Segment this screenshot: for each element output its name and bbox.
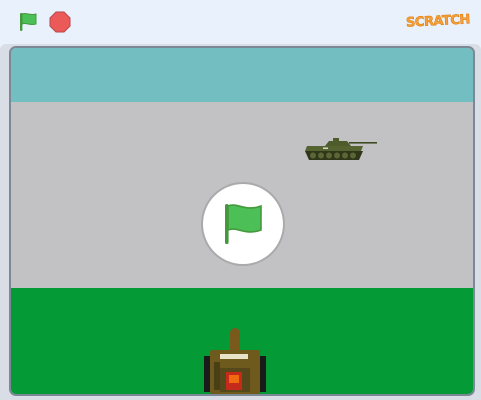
stage-header: SCRATCH	[0, 0, 481, 44]
green-flag-icon	[225, 204, 262, 244]
stage[interactable]	[9, 46, 475, 396]
scratch-logo-text: SCRATCH	[405, 12, 471, 31]
green-flag-overlay-button[interactable]	[203, 184, 283, 264]
sky-backdrop	[11, 48, 473, 102]
scratch-logo: SCRATCH	[405, 10, 471, 34]
player-tank-sprite[interactable]	[204, 328, 266, 396]
stop-sign-icon[interactable]	[49, 11, 71, 33]
green-flag-icon[interactable]	[17, 11, 39, 33]
enemy-tank-sprite[interactable]	[303, 138, 377, 162]
